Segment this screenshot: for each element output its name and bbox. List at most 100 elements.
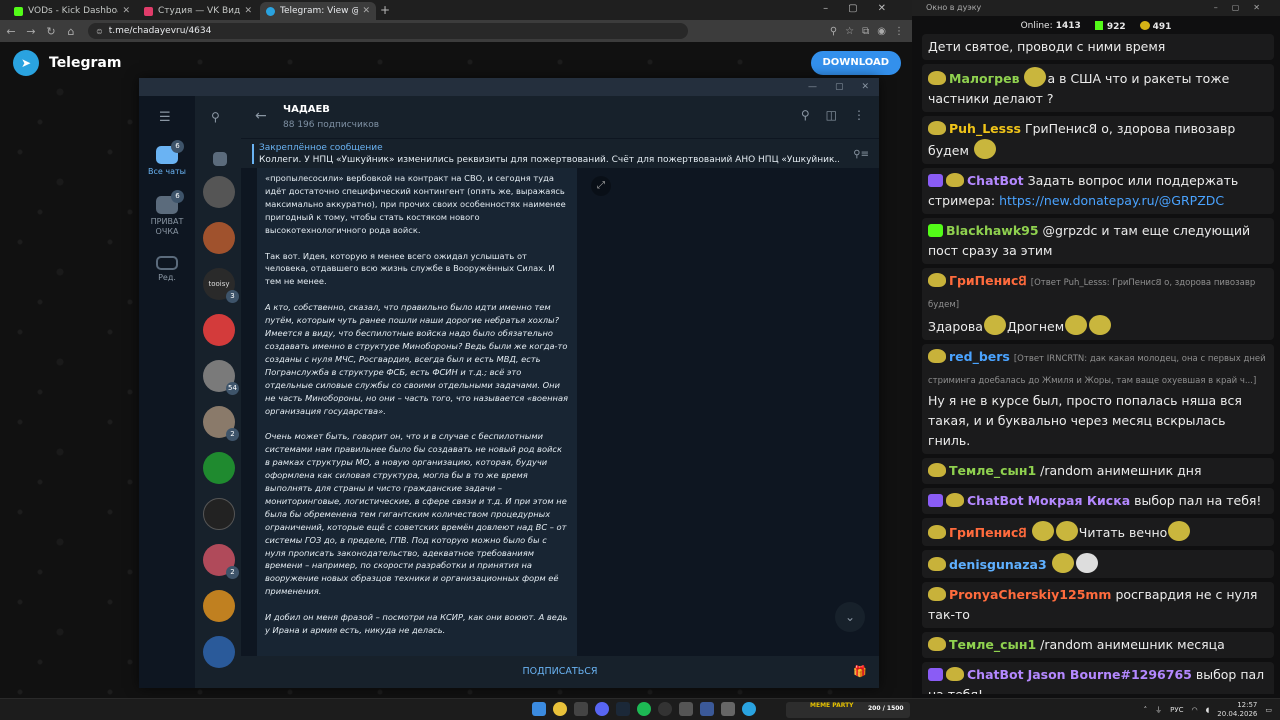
discord-icon[interactable]	[595, 702, 609, 716]
menu-burger-icon[interactable]: ☰	[159, 110, 171, 125]
username[interactable]: Blackhawk95	[946, 223, 1039, 238]
maximize-icon[interactable]: ▢	[835, 82, 844, 92]
volume-icon[interactable]: ◖	[1206, 706, 1210, 714]
scroll-down-button[interactable]: ⌄	[835, 602, 865, 632]
chat-avatar[interactable]	[203, 636, 235, 668]
pepe-emote-icon	[1024, 67, 1047, 87]
message-paragraph: И добил он меня фразой – посмотри на КСИ…	[265, 612, 568, 636]
close-tab-icon[interactable]: ✕	[122, 6, 130, 16]
back-arrow-icon[interactable]: ←	[255, 108, 267, 124]
site-info-icon[interactable]: ⊜	[96, 27, 103, 36]
username[interactable]: Puh_Lesss	[949, 121, 1021, 136]
menu-dots-icon[interactable]: ⋮	[894, 26, 904, 37]
pepe-badge-icon	[928, 587, 946, 601]
usb-icon[interactable]: ⏚	[1155, 705, 1162, 715]
obs-icon[interactable]	[658, 702, 672, 716]
folder-edit[interactable]: Ред.	[139, 256, 195, 282]
close-tab-icon[interactable]: ✕	[362, 6, 370, 16]
pinned-accent-bar	[252, 144, 254, 164]
chat-avatar[interactable]	[203, 452, 235, 484]
pin-list-icon[interactable]: ⚲≡	[853, 149, 869, 160]
profile-icon[interactable]: ◉	[877, 26, 886, 37]
search-icon[interactable]: ⚲	[211, 110, 220, 124]
sidebar-toggle-icon[interactable]: ◫	[826, 108, 837, 122]
telegram-web-page: ➤ Telegram DOWNLOAD — ▢ ✕ ☰ 6 Все чаты 6…	[0, 42, 912, 698]
more-dots-icon[interactable]: ⋮	[853, 108, 865, 122]
username[interactable]: Темле_сын1	[949, 463, 1036, 478]
expand-icon[interactable]: ⤢	[591, 176, 611, 196]
unread-badge: 6	[171, 140, 184, 153]
tab-kick-dashboard[interactable]: VODs - Kick Dashboard ✕	[8, 2, 136, 20]
start-windows-icon[interactable]	[532, 702, 546, 716]
wifi-icon[interactable]: ◠	[1191, 706, 1197, 714]
language-indicator[interactable]: РУС	[1170, 706, 1183, 714]
chrome-icon[interactable]	[553, 702, 567, 716]
chat-avatar[interactable]: 2	[203, 406, 239, 441]
chat-avatar[interactable]	[203, 176, 235, 208]
reload-icon[interactable]: ↻	[42, 25, 60, 38]
username[interactable]: Малогрев	[949, 71, 1019, 86]
new-tab-button[interactable]: +	[380, 3, 390, 17]
pepe-badge-icon	[928, 637, 946, 651]
username[interactable]: PronyaCherskiy125mm	[949, 587, 1111, 602]
forward-arrow-icon[interactable]: →	[22, 25, 40, 38]
chat-window-title: Окно в дуэку	[926, 3, 982, 12]
search-icon[interactable]: ⚲	[801, 108, 810, 122]
tray-chevron-icon[interactable]: ˄	[1144, 706, 1148, 714]
chat-avatar[interactable]	[203, 314, 235, 346]
tab-vk-studio[interactable]: Студия — VK Видео Live ✕	[138, 2, 258, 20]
browser-toolbar: ← → ↻ ⌂ ⊜ t.me/chadayevru/4634 ⚲ ☆ ⧉ ◉ ⋮	[0, 20, 912, 42]
app-icon[interactable]	[700, 702, 714, 716]
search-lens-icon[interactable]: ⚲	[830, 26, 837, 37]
close-tab-icon[interactable]: ✕	[244, 6, 252, 16]
chat-avatar[interactable]: tooisy 3	[203, 268, 239, 303]
username[interactable]: ГриПенис𐐒	[949, 525, 1027, 540]
username[interactable]: red_bers	[949, 349, 1010, 364]
username[interactable]: ChatBot	[967, 173, 1024, 188]
app-icon[interactable]	[721, 702, 735, 716]
window-controls[interactable]: –▢✕	[823, 3, 906, 14]
channel-name[interactable]: ЧАДАЕВ	[283, 104, 330, 115]
mention[interactable]: Мокрая Киска	[1028, 493, 1131, 508]
telegram-logo-icon[interactable]: ➤	[13, 50, 39, 76]
username[interactable]: Темле_сын1	[949, 637, 1036, 652]
chat-avatar[interactable]	[203, 498, 235, 530]
subscribe-button[interactable]: ПОДПИСАТЬСЯ	[523, 666, 598, 677]
chat-avatar[interactable]: 2	[203, 544, 239, 579]
steam-icon[interactable]	[616, 702, 630, 716]
username[interactable]: ГриПенис𐐒	[949, 273, 1027, 288]
meme-party-widget[interactable]: MEME PARTY 200 / 1500	[786, 702, 910, 718]
chat-avatar[interactable]	[203, 590, 235, 622]
clock[interactable]: 12:57 20.04.2026	[1217, 701, 1257, 719]
spotify-icon[interactable]	[637, 702, 651, 716]
folder-privat[interactable]: 6 ПРИВАТ ОЧКА	[139, 190, 195, 237]
star-bookmark-icon[interactable]: ☆	[845, 26, 854, 37]
pinned-message[interactable]: Закреплённое сообщение Коллеги. У НПЦ «У…	[241, 138, 879, 168]
close-icon[interactable]: ✕	[861, 82, 869, 92]
username[interactable]: ChatBot	[967, 493, 1024, 508]
telegram-icon[interactable]	[742, 702, 756, 716]
back-arrow-icon[interactable]: ←	[2, 25, 20, 38]
chat-avatar[interactable]	[203, 222, 235, 254]
donate-link[interactable]: https://new.donatepay.ru/@GRPZDC	[999, 193, 1224, 208]
mention[interactable]: Jason Bourne#1296765	[1028, 667, 1192, 682]
notifications-icon[interactable]: ▭	[1265, 706, 1272, 714]
tab-telegram[interactable]: Telegram: View @chadayevru ✕	[260, 2, 376, 20]
pinned-text: Коллеги. У НПЦ «Ушкуйник» изменились рек…	[259, 155, 839, 165]
username[interactable]: ChatBot	[967, 667, 1024, 682]
address-bar[interactable]: ⊜ t.me/chadayevru/4634	[88, 23, 688, 39]
tab-label: VODs - Kick Dashboard	[28, 6, 118, 16]
username[interactable]: denisgunaza3	[949, 557, 1047, 572]
folder-all-chats[interactable]: 6 Все чаты	[139, 140, 195, 176]
app-icon[interactable]	[679, 702, 693, 716]
window-controls[interactable]: –▢✕	[1214, 0, 1274, 16]
home-icon[interactable]: ⌂	[62, 25, 80, 38]
archive-icon[interactable]	[213, 152, 227, 166]
app-icon[interactable]	[574, 702, 588, 716]
chat-avatar[interactable]: 54	[203, 360, 239, 395]
minimize-icon[interactable]: —	[808, 82, 817, 92]
extensions-icon[interactable]: ⧉	[862, 26, 869, 37]
gift-icon[interactable]: 🎁	[853, 656, 867, 688]
download-button[interactable]: DOWNLOAD	[810, 51, 901, 75]
message-text: Ну я не в курсе был, просто попалась няш…	[928, 393, 1242, 448]
